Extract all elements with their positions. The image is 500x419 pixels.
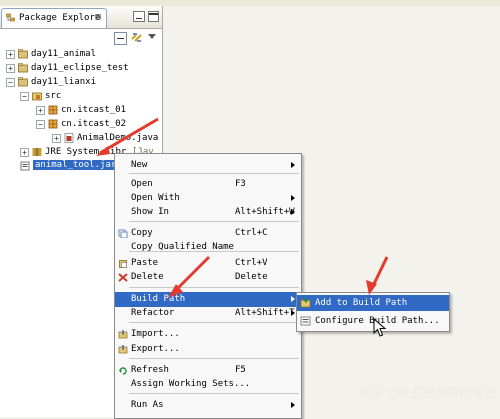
menu-item-label: New bbox=[131, 160, 148, 170]
view-tab-bar: Package Explore ⊠ bbox=[0, 6, 162, 29]
refresh-icon bbox=[119, 367, 127, 375]
collapse-icon[interactable]: − bbox=[20, 92, 29, 101]
project-icon bbox=[18, 77, 28, 87]
submenu-arrow-icon bbox=[291, 162, 295, 168]
menu-item-delete[interactable]: Delete Delete bbox=[115, 270, 301, 285]
menu-item-shortcut: Ctrl+V bbox=[235, 258, 268, 268]
collapse-icon[interactable]: − bbox=[36, 120, 45, 129]
tab-label: Package Explore bbox=[19, 13, 101, 23]
menu-item-label: Export... bbox=[131, 344, 180, 354]
menu-item-open-with[interactable]: Open With bbox=[115, 191, 301, 206]
maximize-button[interactable] bbox=[148, 11, 159, 22]
source-folder-icon bbox=[32, 92, 42, 101]
menu-item-open[interactable]: Open F3 bbox=[115, 177, 301, 192]
menu-item-label: Build Path bbox=[131, 294, 186, 304]
menu-separator bbox=[129, 251, 299, 252]
menu-separator bbox=[129, 393, 299, 394]
copy-icon bbox=[118, 229, 128, 238]
tree-item-label: day11_eclipse_test bbox=[31, 63, 129, 73]
package-icon bbox=[48, 105, 58, 115]
delete-icon bbox=[118, 273, 128, 282]
menu-item-shortcut: Alt+Shift+W bbox=[235, 207, 295, 217]
menu-item-label: Show In bbox=[131, 207, 169, 217]
menu-item-copy[interactable]: Copy Ctrl+C bbox=[115, 226, 301, 241]
view-menu-icon[interactable] bbox=[148, 34, 156, 39]
expand-icon[interactable]: + bbox=[6, 50, 15, 59]
menu-separator bbox=[129, 173, 299, 174]
menu-item-refactor[interactable]: Refactor Alt+Shift+T bbox=[115, 306, 301, 321]
submenu-arrow-icon bbox=[291, 209, 295, 215]
menu-separator bbox=[129, 322, 299, 323]
submenu-arrow-icon bbox=[291, 296, 295, 302]
menu-item-label: Run As bbox=[131, 400, 164, 410]
menu-item-label: Paste bbox=[131, 258, 159, 268]
menu-item-run-as[interactable]: Run As bbox=[115, 398, 301, 413]
tree-item-label: day11_lianxi bbox=[31, 77, 97, 87]
configure-build-path-icon bbox=[300, 316, 311, 326]
submenu-item-add-to-build-path[interactable]: Add to Build Path bbox=[297, 295, 449, 311]
tree-item-label: src bbox=[45, 91, 62, 101]
submenu-arrow-icon bbox=[291, 195, 295, 201]
watermark: 知乎 @扎犯是最好的语言 bbox=[360, 386, 496, 400]
tree-item-label: cn.itcast_02 bbox=[61, 119, 127, 129]
tab-package-explorer[interactable]: Package Explore ⊠ bbox=[1, 8, 107, 28]
view-toolbar bbox=[0, 28, 162, 48]
collapse-all-icon[interactable] bbox=[114, 32, 127, 45]
menu-item-refresh[interactable]: Refresh F5 bbox=[115, 363, 301, 378]
expand-icon[interactable]: + bbox=[6, 64, 15, 73]
menu-item-import[interactable]: Import... bbox=[115, 327, 301, 342]
context-menu: New Open F3 Open With Show In Alt+Shift+W Copy… bbox=[114, 153, 302, 419]
tree-item-label: AnimalDemo.java bbox=[77, 133, 159, 143]
menu-item-label: Open With bbox=[131, 193, 180, 203]
menu-item-shortcut: F3 bbox=[235, 179, 246, 189]
menu-item-new[interactable]: New bbox=[115, 158, 301, 173]
menu-item-export[interactable]: Export... bbox=[115, 342, 301, 357]
menu-item-label: Refresh bbox=[131, 365, 169, 375]
paste-icon bbox=[119, 260, 127, 268]
import-icon bbox=[118, 330, 128, 339]
menu-item-shortcut: Ctrl+C bbox=[235, 228, 268, 238]
menu-item-label: Open bbox=[131, 179, 153, 189]
mouse-cursor-icon bbox=[373, 318, 387, 337]
expand-icon[interactable]: + bbox=[52, 134, 61, 143]
menu-item-label: Assign Working Sets... bbox=[131, 379, 251, 389]
menu-item-paste[interactable]: Paste Ctrl+V bbox=[115, 256, 301, 271]
library-icon bbox=[32, 148, 42, 156]
submenu-arrow-icon bbox=[291, 402, 295, 408]
menu-item-shortcut: Alt+Shift+T bbox=[235, 308, 295, 318]
tree-item-label: day11_animal bbox=[31, 49, 97, 59]
expand-icon[interactable]: + bbox=[20, 148, 29, 157]
menu-item-shortcut: F5 bbox=[235, 365, 246, 375]
expand-icon[interactable]: + bbox=[36, 106, 45, 115]
collapse-icon[interactable]: − bbox=[6, 78, 15, 87]
project-icon bbox=[18, 63, 28, 73]
export-icon bbox=[118, 345, 128, 354]
tree-item-label: animal_tool.jar bbox=[33, 160, 119, 170]
menu-item-label: Copy bbox=[131, 228, 153, 238]
package-icon bbox=[48, 119, 58, 129]
jar-icon bbox=[20, 161, 30, 171]
java-file-icon bbox=[64, 133, 74, 143]
menu-item-show-in[interactable]: Show In Alt+Shift+W bbox=[115, 205, 301, 220]
close-icon[interactable]: ⊠ bbox=[95, 12, 101, 23]
link-with-editor-icon[interactable] bbox=[130, 31, 144, 44]
package-explorer-icon bbox=[6, 13, 15, 22]
menu-item-assign-working-sets[interactable]: Assign Working Sets... bbox=[115, 377, 301, 392]
menu-separator bbox=[129, 287, 299, 288]
submenu-item-label: Add to Build Path bbox=[315, 298, 408, 308]
tree-item-label: cn.itcast_01 bbox=[61, 105, 127, 115]
add-to-build-path-icon bbox=[300, 298, 311, 308]
menu-item-copy-qualified-name[interactable]: Copy Qualified Name bbox=[115, 240, 301, 255]
menu-item-build-path[interactable]: Build Path bbox=[115, 292, 301, 307]
menu-item-label: Delete bbox=[131, 272, 164, 282]
menu-item-label: Import... bbox=[131, 329, 180, 339]
menu-separator bbox=[129, 358, 299, 359]
menu-item-label: Refactor bbox=[131, 308, 175, 318]
project-icon bbox=[18, 49, 28, 59]
menu-item-shortcut: Delete bbox=[235, 272, 268, 282]
menu-separator bbox=[129, 221, 299, 222]
minimize-button[interactable] bbox=[133, 11, 145, 22]
submenu-arrow-icon bbox=[291, 310, 295, 316]
